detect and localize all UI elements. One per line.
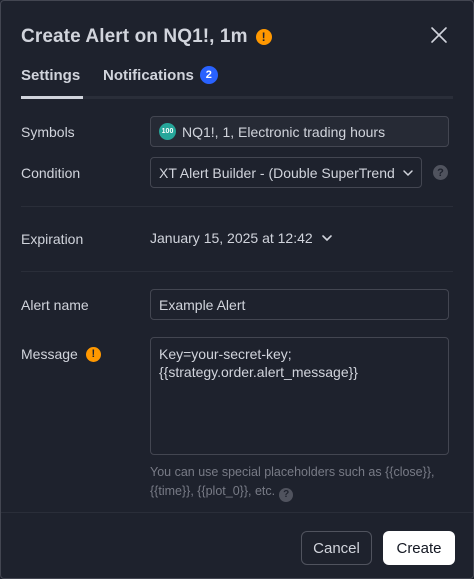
message-warning-icon[interactable]: !	[85, 346, 101, 362]
expiration-picker[interactable]: January 15, 2025 at 12:42	[150, 230, 334, 246]
create-alert-dialog: Create Alert on NQ1!, 1m ! Settings Noti…	[0, 0, 474, 579]
dialog-title: Create Alert on NQ1!, 1m	[21, 26, 248, 47]
message-textarea[interactable]: Key=your-secret-key; {{strategy.order.al…	[150, 337, 449, 455]
tab-bar: Settings Notifications 2	[21, 66, 453, 99]
chevron-down-icon	[321, 235, 332, 242]
section-divider	[21, 206, 453, 207]
condition-value: XT Alert Builder - (Double SuperTrend	[159, 164, 395, 181]
close-icon	[431, 27, 447, 43]
create-button[interactable]: Create	[383, 531, 455, 565]
message-label-row: Message !	[21, 346, 101, 362]
chevron-down-icon	[403, 170, 413, 177]
tab-notifications[interactable]: Notifications 2	[103, 66, 218, 99]
warning-icon[interactable]: !	[255, 29, 272, 45]
expiration-label: Expiration	[21, 231, 84, 247]
placeholder-help-icon[interactable]: ?	[279, 487, 294, 502]
symbols-label: Symbols	[21, 124, 75, 140]
dialog-header: Create Alert on NQ1!, 1m !	[21, 23, 272, 51]
condition-help-icon[interactable]: ?	[433, 165, 448, 180]
alert-name-value: Example Alert	[159, 296, 246, 313]
alert-name-label: Alert name	[21, 297, 89, 313]
message-label: Message	[21, 346, 78, 362]
notifications-count-badge: 2	[199, 66, 218, 84]
section-divider	[21, 271, 453, 272]
symbols-field[interactable]: 100 NQ1!, 1, Electronic trading hours	[150, 116, 449, 147]
expiration-value: January 15, 2025 at 12:42	[150, 230, 313, 246]
condition-label: Condition	[21, 165, 81, 181]
close-button[interactable]	[429, 25, 449, 45]
tab-track	[21, 96, 453, 99]
cancel-button[interactable]: Cancel	[301, 531, 372, 565]
condition-select[interactable]: XT Alert Builder - (Double SuperTrend	[150, 157, 422, 188]
symbols-value: NQ1!, 1, Electronic trading hours	[182, 123, 386, 140]
alert-name-input[interactable]: Example Alert	[150, 289, 449, 320]
active-tab-indicator	[21, 96, 83, 99]
placeholder-hint: You can use special placeholders such as…	[150, 463, 450, 502]
tab-notifications-label: Notifications	[103, 67, 194, 84]
tab-settings[interactable]: Settings	[21, 67, 83, 99]
tab-settings-label: Settings	[21, 67, 81, 84]
footer-divider	[1, 512, 473, 513]
symbol-logo-icon: 100	[159, 123, 176, 140]
